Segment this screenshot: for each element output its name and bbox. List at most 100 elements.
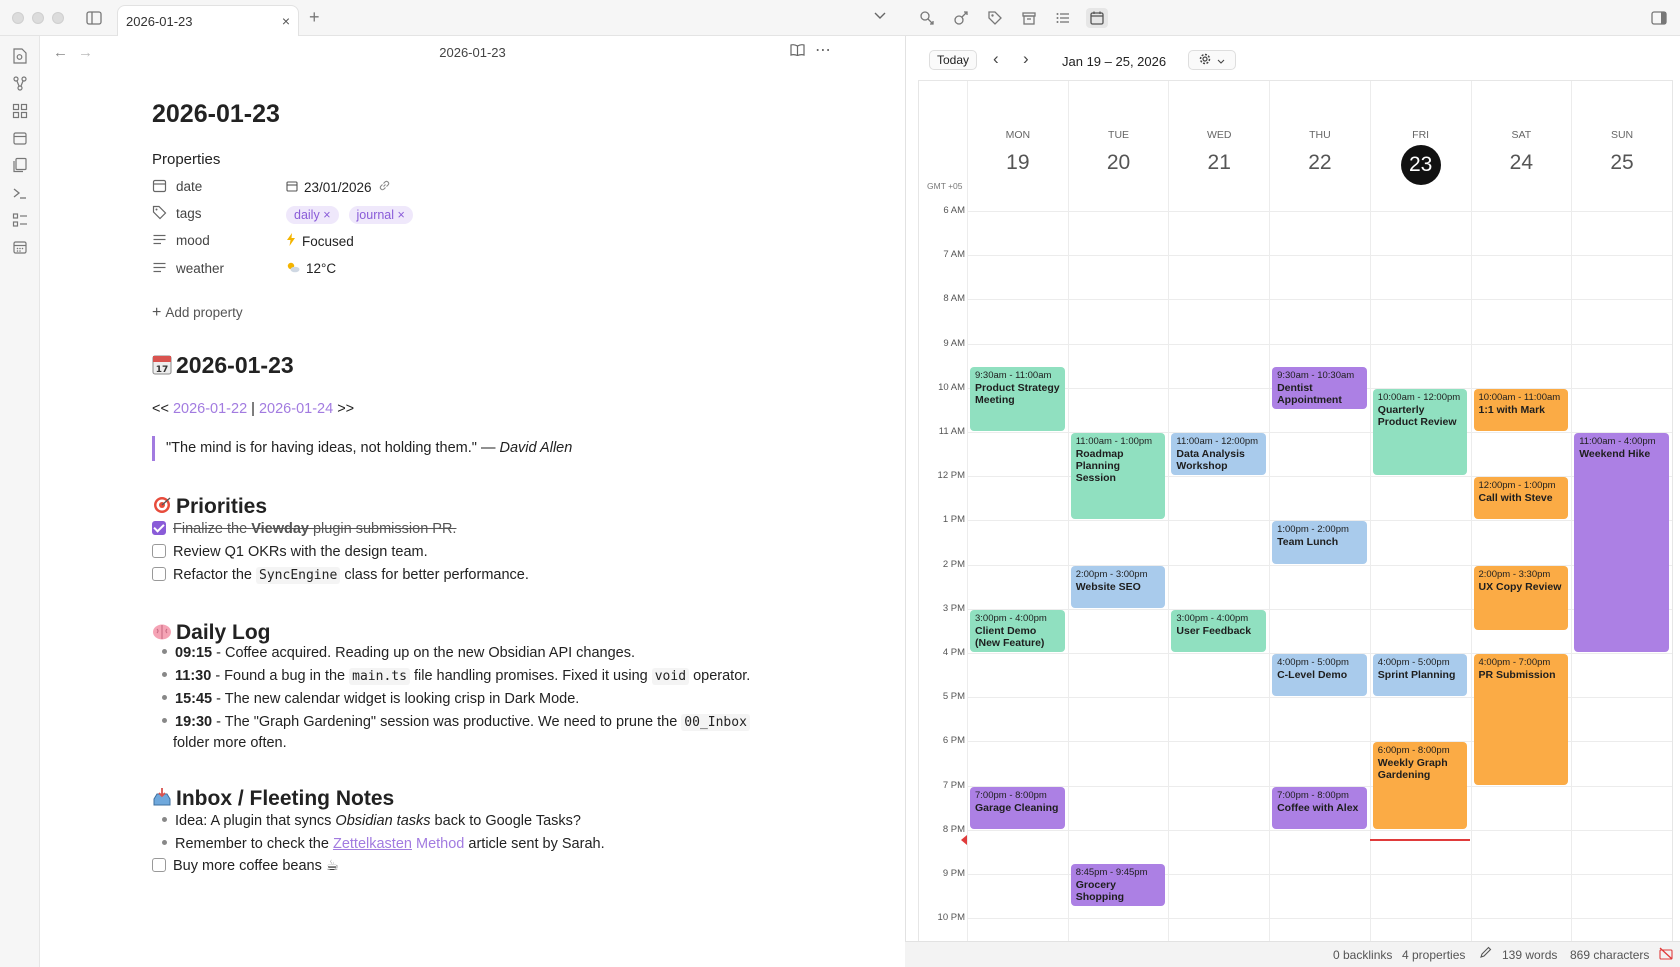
backlinks-count[interactable]: 0 backlinks <box>1333 948 1392 962</box>
calendar-event[interactable]: 10:00am - 12:00pm Quarterly Product Revie… <box>1372 388 1468 476</box>
today-date-number[interactable]: 23 <box>1400 145 1441 185</box>
archive-icon[interactable] <box>1018 8 1040 28</box>
canvas-icon[interactable] <box>11 102 29 120</box>
calendar-event[interactable]: 11:00am - 12:00pm Data Analysis Workshop <box>1171 433 1267 476</box>
tab-list-chevron-icon[interactable] <box>874 9 886 23</box>
day-header-fri[interactable]: FRI 23 <box>1369 81 1471 197</box>
daily-note-calendar-icon[interactable] <box>11 129 29 147</box>
more-options-icon[interactable]: ⋯ <box>815 40 831 60</box>
calendar-event[interactable]: 2:00pm - 3:30pm UX Copy Review <box>1473 565 1569 630</box>
properties-count[interactable]: 4 properties <box>1402 948 1465 962</box>
templates-icon[interactable] <box>11 156 29 174</box>
day-number[interactable]: 22 <box>1270 151 1370 175</box>
tab-close-icon[interactable]: × <box>282 13 290 29</box>
calendar-view-icon[interactable] <box>1086 8 1108 28</box>
new-tab-button[interactable]: + <box>309 7 320 28</box>
weather-value[interactable]: 12°C <box>306 261 336 276</box>
day-header-thu[interactable]: THU 22 <box>1269 81 1370 197</box>
event-time: 12:00pm - 1:00pm <box>1478 480 1556 492</box>
calendar-event[interactable]: 9:30am - 10:30am Dentist Appointment <box>1272 366 1367 409</box>
event-time: 3:00pm - 4:00pm <box>975 612 1047 624</box>
zettelkasten-link[interactable]: Zettelkasten <box>333 836 412 852</box>
day-header-mon[interactable]: MON 19 <box>967 81 1068 197</box>
sidebar-toggle-icon[interactable] <box>84 8 104 28</box>
calendar-event[interactable]: 11:00am - 1:00pm Roadmap Planning Session <box>1070 433 1166 520</box>
week-grid[interactable]: GMT +05 MON 19 TUE 20 WED 21 THU 22 FRI 23 SAT 24 SU… <box>918 80 1673 967</box>
tags-panel-icon[interactable] <box>984 8 1006 28</box>
outgoing-links-icon[interactable] <box>950 8 972 28</box>
property-weather[interactable]: weather 12°C <box>152 257 552 281</box>
calendar-event[interactable]: 3:00pm - 4:00pm User Feedback <box>1171 609 1267 652</box>
calendar-event[interactable]: 7:00pm - 8:00pm Garage Cleaning <box>970 786 1065 829</box>
minimize-window-button[interactable] <box>32 12 44 24</box>
calendar-event[interactable]: 11:00am - 4:00pm Weekend Hike <box>1574 433 1669 652</box>
tag-remove-icon[interactable]: × <box>323 208 330 222</box>
day-header-sat[interactable]: SAT 24 <box>1470 81 1572 197</box>
link-icon[interactable] <box>378 179 391 195</box>
calendar-event[interactable]: 7:00pm - 8:00pm Coffee with Alex <box>1272 786 1367 829</box>
calendar-event[interactable]: 4:00pm - 5:00pm C-Level Demo <box>1272 654 1367 697</box>
calendar-event[interactable]: 10:00am - 11:00am 1:1 with Mark <box>1473 388 1569 431</box>
event-time: 9:30am - 11:00am <box>975 369 1052 381</box>
tag-pill-daily[interactable]: daily × <box>286 206 339 224</box>
prev-week-chevron-icon[interactable]: ‹ <box>993 49 999 69</box>
next-week-chevron-icon[interactable]: › <box>1023 49 1029 69</box>
task-checkbox[interactable] <box>152 567 166 581</box>
reading-mode-book-icon[interactable] <box>790 43 805 59</box>
today-button[interactable]: Today <box>929 50 977 70</box>
tag-pill-journal[interactable]: journal × <box>348 206 413 224</box>
search-file-icon[interactable] <box>11 47 29 65</box>
property-tags[interactable]: tags daily × journal × <box>152 202 552 226</box>
tag-remove-icon[interactable]: × <box>398 208 405 222</box>
calendar-event[interactable]: 12:00pm - 1:00pm Call with Steve <box>1473 477 1569 520</box>
day-number[interactable]: 25 <box>1572 151 1672 175</box>
right-sidebar-toggle-icon[interactable] <box>1648 8 1670 28</box>
view-header-title[interactable]: 2026-01-23 <box>40 45 905 60</box>
task-checkbox[interactable] <box>152 544 166 558</box>
sync-off-icon[interactable] <box>1659 947 1673 963</box>
tab-active-note[interactable]: 2026-01-23 × <box>117 5 299 36</box>
maximize-window-button[interactable] <box>52 12 64 24</box>
backlinks-icon[interactable] <box>916 8 938 28</box>
mood-value[interactable]: Focused <box>302 234 354 249</box>
add-property-button[interactable]: + Add property <box>152 304 243 322</box>
day-number[interactable]: 24 <box>1472 151 1572 175</box>
day-header-tue[interactable]: TUE 20 <box>1067 81 1169 197</box>
property-date[interactable]: date 23/01/2026 <box>152 175 552 199</box>
calendar-event[interactable]: 4:00pm - 5:00pm Sprint Planning <box>1372 654 1468 697</box>
title-bar: 2026-01-23 × + <box>0 0 1680 36</box>
date-value[interactable]: 23/01/2026 <box>304 180 372 195</box>
day-header-wed[interactable]: WED 21 <box>1168 81 1269 197</box>
day-number[interactable]: 20 <box>1069 151 1169 175</box>
prev-day-link[interactable]: 2026-01-22 <box>173 401 247 417</box>
outline-list-icon[interactable] <box>1052 8 1074 28</box>
event-title: Garage Cleaning <box>975 801 1059 814</box>
graph-view-icon[interactable] <box>11 74 29 92</box>
day-number[interactable]: 19 <box>968 151 1068 175</box>
current-time-marker-icon <box>961 834 967 845</box>
property-mood[interactable]: mood Focused <box>152 229 552 253</box>
pencil-edit-icon[interactable] <box>1479 946 1492 962</box>
next-day-link[interactable]: 2026-01-24 <box>259 401 333 417</box>
close-window-button[interactable] <box>12 12 24 24</box>
calendar-event[interactable]: 4:00pm - 7:00pm PR Submission <box>1473 654 1569 785</box>
calendar-settings-dropdown[interactable] <box>1188 50 1236 70</box>
calendar-event[interactable]: 9:30am - 11:00am Product Strategy Meeting <box>970 366 1065 431</box>
calendar-event[interactable]: 1:00pm - 2:00pm Team Lunch <box>1272 521 1367 564</box>
day-number[interactable]: 21 <box>1169 151 1269 175</box>
task-checkbox-checked[interactable] <box>152 521 166 535</box>
event-title: User Feedback <box>1176 624 1252 637</box>
method-link[interactable]: Method <box>416 836 464 852</box>
terminal-icon[interactable] <box>11 184 29 202</box>
note-title[interactable]: 2026-01-23 <box>152 100 280 129</box>
task-checkbox[interactable] <box>152 858 166 872</box>
day-header-sun[interactable]: SUN 25 <box>1571 81 1672 197</box>
task-list-icon[interactable] <box>11 211 29 229</box>
calendar-event[interactable]: 6:00pm - 8:00pm Weekly Graph Gardening <box>1372 742 1468 829</box>
properties-heading: Properties <box>152 151 221 168</box>
calendar-event[interactable]: 3:00pm - 4:00pm Client Demo (New Feature) <box>970 609 1065 652</box>
calendar-event[interactable]: 8:45pm - 9:45pm Grocery Shopping <box>1070 863 1166 907</box>
calendar-grid-icon[interactable] <box>11 238 29 256</box>
calendar-event[interactable]: 2:00pm - 3:00pm Website SEO <box>1070 565 1166 608</box>
gear-icon <box>1199 53 1211 68</box>
